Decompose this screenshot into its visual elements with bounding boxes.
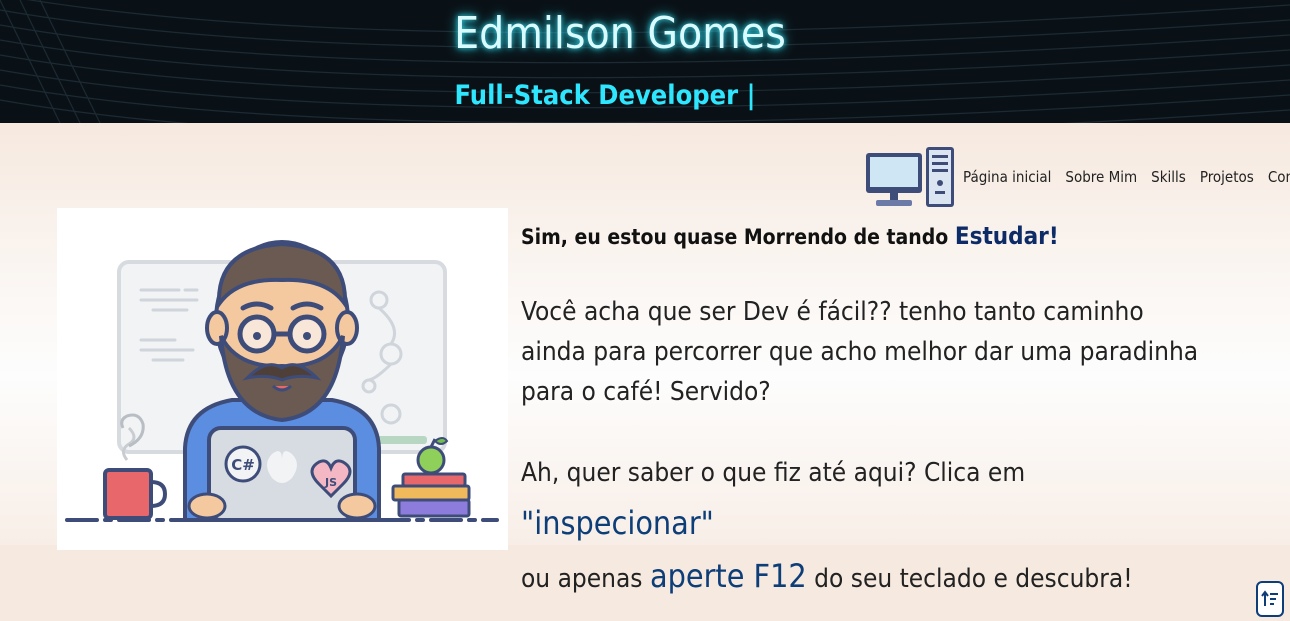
desktop-computer-icon[interactable] bbox=[864, 145, 956, 209]
site-title: Edmilson Gomes bbox=[454, 8, 786, 59]
hero-paragraph-1: Você acha que ser Dev é fácil?? tenho ta… bbox=[521, 297, 1199, 407]
hero-paragraph-2: Ah, quer saber o que fiz até aqui? Clica… bbox=[521, 448, 1221, 604]
site-header: Edmilson Gomes Full-Stack Developer | bbox=[0, 0, 1290, 123]
hero-illustration: C# JS bbox=[57, 208, 508, 550]
js-sticker-label: JS bbox=[324, 476, 337, 489]
sort-up-icon bbox=[1261, 590, 1278, 606]
nav-item-home[interactable]: Página inicial bbox=[963, 168, 1051, 186]
nav-item-contact[interactable]: Contato bbox=[1268, 168, 1290, 186]
inspect-highlight: "inspecionar" bbox=[521, 504, 714, 542]
f12-highlight: aperte F12 bbox=[649, 557, 807, 595]
csharp-sticker-label: C# bbox=[231, 456, 255, 474]
nav-item-skills[interactable]: Skills bbox=[1151, 168, 1186, 186]
para2-text-1: Ah, quer saber o que fiz até aqui? Clica… bbox=[521, 458, 1026, 488]
nav-item-about[interactable]: Sobre Mim bbox=[1065, 168, 1137, 186]
main-nav: Página inicial Sobre Mim Skills Projetos… bbox=[963, 168, 1290, 186]
para2-text-2: ou apenas bbox=[521, 564, 643, 594]
nav-item-projects[interactable]: Projetos bbox=[1200, 168, 1254, 186]
site-subtitle: Full-Stack Developer | bbox=[454, 80, 756, 111]
headline-text: Sim, eu estou quase Morrendo de tando bbox=[521, 225, 949, 249]
para2-text-3: do seu teclado e descubra! bbox=[814, 564, 1133, 594]
headline-accent: Estudar! bbox=[954, 222, 1059, 250]
hero-headline: Sim, eu estou quase Morrendo de tando Es… bbox=[521, 222, 1059, 250]
back-to-top-button[interactable] bbox=[1256, 581, 1284, 617]
